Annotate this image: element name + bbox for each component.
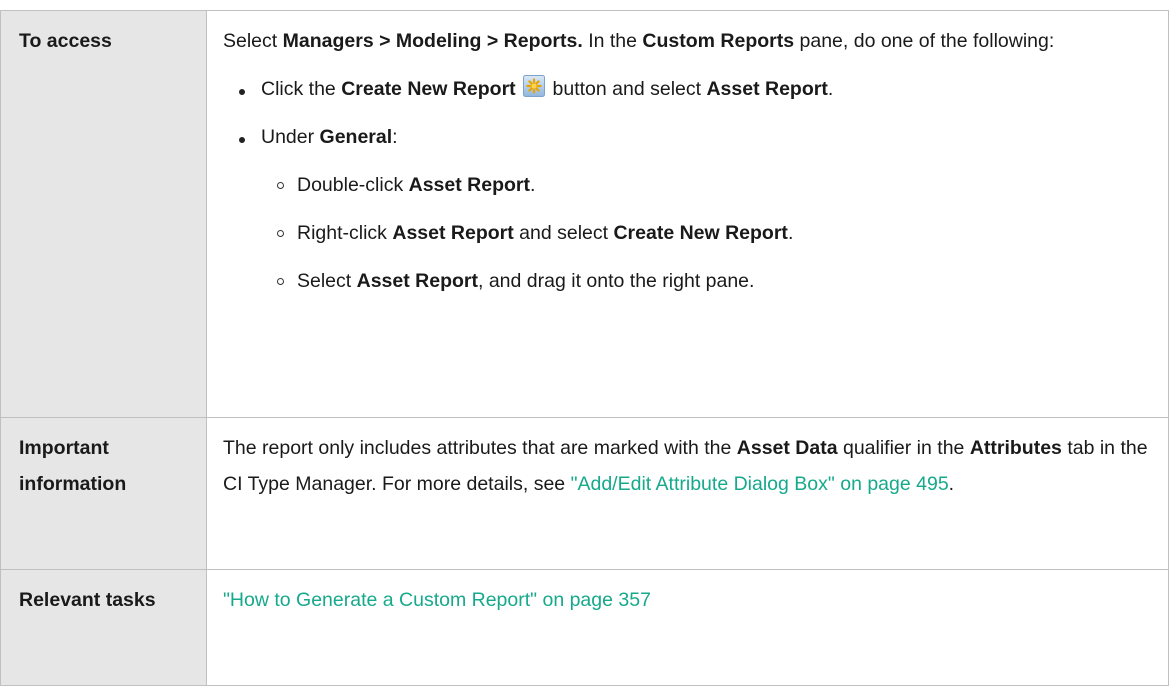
row-label: Relevant tasks bbox=[0, 569, 207, 686]
row-relevant-tasks: Relevant tasks "How to Generate a Custom… bbox=[0, 569, 1169, 686]
attribute-dialog-link[interactable]: "Add/Edit Attribute Dialog Box" on page … bbox=[571, 473, 949, 495]
list-item: Select Asset Report, and drag it onto th… bbox=[261, 263, 1154, 299]
access-options-list: Click the Create New Report button and s… bbox=[223, 71, 1154, 299]
row-label: Important information bbox=[0, 417, 207, 570]
row-content: "How to Generate a Custom Report" on pag… bbox=[206, 569, 1169, 686]
row-content: Select Managers > Modeling > Reports. In… bbox=[206, 10, 1169, 418]
row-label: To access bbox=[0, 10, 207, 418]
list-item: Double-click Asset Report. bbox=[261, 167, 1154, 203]
generate-report-link[interactable]: "How to Generate a Custom Report" on pag… bbox=[223, 589, 651, 611]
row-content: The report only includes attributes that… bbox=[206, 417, 1169, 570]
create-new-report-icon bbox=[523, 73, 546, 97]
list-item: Right-click Asset Report and select Crea… bbox=[261, 215, 1154, 251]
row-important-information: Important information The report only in… bbox=[0, 417, 1169, 570]
list-item: Click the Create New Report button and s… bbox=[223, 71, 1154, 107]
info-paragraph: The report only includes attributes that… bbox=[223, 437, 1148, 495]
info-table: To access Select Managers > Modeling > R… bbox=[0, 10, 1169, 686]
intro-paragraph: Select Managers > Modeling > Reports. In… bbox=[223, 30, 1055, 52]
row-to-access: To access Select Managers > Modeling > R… bbox=[0, 10, 1169, 418]
general-options-list: Double-click Asset Report. Right-click A… bbox=[261, 167, 1154, 299]
list-item: Under General: Double-click Asset Report… bbox=[223, 119, 1154, 299]
